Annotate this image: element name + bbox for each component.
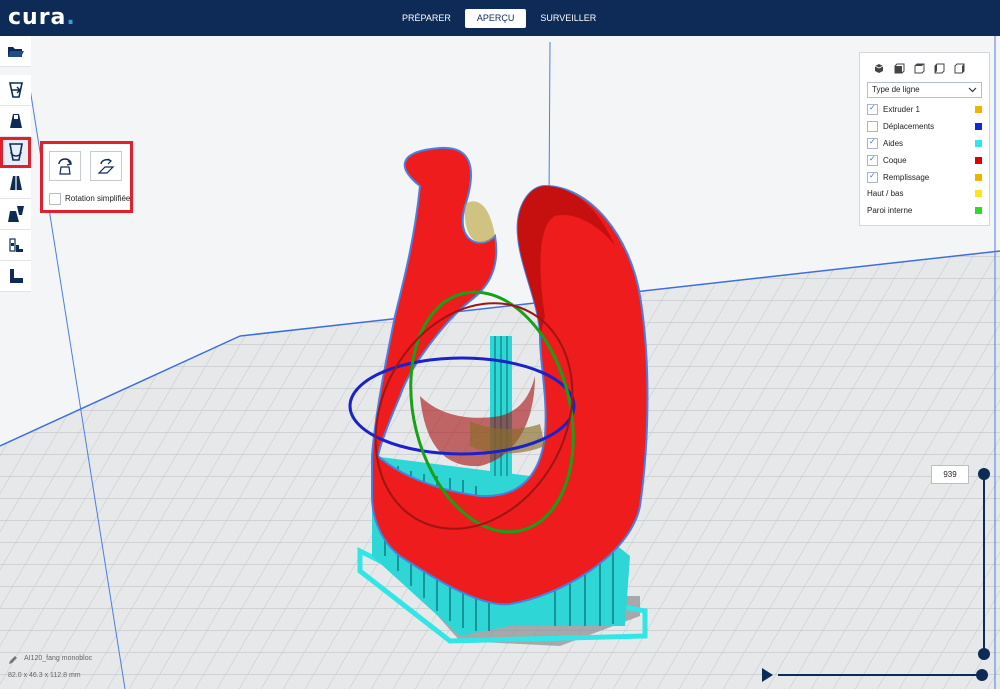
left-view-icon[interactable] — [929, 61, 949, 75]
shell-checkbox[interactable] — [867, 154, 878, 166]
object-dimensions: 82.0 x 46.3 x 112.8 mm — [8, 672, 81, 679]
snap-rotation-checkbox[interactable] — [49, 193, 61, 205]
camera-view-icons — [869, 61, 969, 75]
travels-checkbox[interactable] — [867, 121, 878, 132]
3d-view-icon[interactable] — [869, 61, 889, 75]
support-blocker-button[interactable] — [0, 230, 31, 261]
tab-prepare[interactable]: PRÉPARER — [390, 9, 463, 28]
layer-number-field[interactable]: 939 — [931, 465, 969, 484]
pencil-icon[interactable] — [8, 655, 18, 665]
open-file-button[interactable] — [0, 36, 31, 67]
layflat-button[interactable] — [0, 261, 31, 292]
3d-viewport[interactable] — [0, 36, 1000, 689]
move-icon — [8, 82, 23, 98]
right-view-icon[interactable] — [949, 61, 969, 75]
snap-rotation-label: Rotation simplifiée — [65, 194, 131, 203]
lay-flat-icon — [97, 158, 115, 174]
scale-icon — [9, 114, 22, 128]
infill-checkbox[interactable] — [867, 171, 878, 183]
legend-row-inner-wall: Paroi interne — [867, 204, 985, 218]
open-file-icon — [7, 47, 24, 57]
layer-slider-bottom-handle[interactable] — [978, 648, 990, 660]
tab-preview[interactable]: APERÇU — [464, 9, 527, 28]
rotate-icon — [8, 143, 23, 161]
reset-rotation-button[interactable] — [49, 151, 81, 181]
color-swatch — [975, 190, 982, 197]
legend-label: Coque — [883, 156, 907, 165]
rotate-tool-panel: Rotation simplifiée — [40, 141, 133, 213]
legend-label: Déplacements — [883, 122, 935, 131]
helpers-checkbox[interactable] — [867, 137, 878, 149]
layer-slider-top-handle[interactable] — [978, 468, 990, 480]
cura-logo: cura. — [8, 5, 76, 30]
tool-sidebar — [0, 36, 31, 292]
color-swatch — [975, 123, 982, 130]
path-slider-track[interactable] — [778, 674, 978, 676]
color-swatch — [975, 140, 982, 147]
color-swatch — [975, 106, 982, 113]
move-tool-button[interactable] — [0, 75, 31, 106]
color-swatch — [975, 157, 982, 164]
legend-row-shell: Coque — [867, 154, 985, 168]
legend-row-extruder: Extruder 1 — [867, 103, 985, 117]
layer-slider-track[interactable] — [983, 474, 985, 654]
legend-label: Haut / bas — [867, 189, 904, 198]
build-plate-scene — [0, 36, 1000, 689]
legend-row-infill: Remplissage — [867, 171, 985, 185]
line-type-value: Type de ligne — [872, 85, 920, 94]
color-swatch — [975, 174, 982, 181]
legend-row-helpers: Aides — [867, 137, 985, 151]
legend-label: Remplissage — [883, 173, 930, 182]
mirror-icon — [9, 175, 22, 191]
stage-tabs: PRÉPARER APERÇU SURVEILLER — [390, 9, 610, 28]
rotate-reset-icon — [58, 158, 73, 175]
mirror-tool-button[interactable] — [0, 168, 31, 199]
legend-label: Paroi interne — [867, 206, 913, 215]
layflat-icon — [9, 269, 23, 283]
tab-monitor[interactable]: SURVEILLER — [528, 9, 608, 28]
view-legend-panel: Type de ligne Extruder 1 Déplacements Ai… — [859, 52, 990, 226]
top-view-icon[interactable] — [909, 61, 929, 75]
legend-row-travels: Déplacements — [867, 120, 985, 134]
line-type-dropdown[interactable]: Type de ligne — [867, 82, 982, 98]
object-name: AI120_fang monobloc — [24, 655, 93, 662]
legend-row-top-bottom: Haut / bas — [867, 187, 985, 201]
chevron-down-icon — [968, 83, 977, 102]
legend-label: Aides — [883, 139, 904, 148]
extruder-checkbox[interactable] — [867, 103, 878, 115]
support-blocker-icon — [8, 238, 23, 252]
color-swatch — [975, 207, 982, 214]
per-model-settings-icon — [7, 206, 24, 222]
legend-label: Extruder 1 — [883, 105, 920, 114]
rotate-tool-button[interactable] — [0, 137, 31, 168]
path-slider-handle[interactable] — [976, 669, 988, 681]
front-view-icon[interactable] — [889, 61, 909, 75]
per-model-settings-button[interactable] — [0, 199, 31, 230]
play-simulation-button[interactable] — [762, 668, 773, 682]
scale-tool-button[interactable] — [0, 106, 31, 137]
header-bar: cura. PRÉPARER APERÇU SURVEILLER — [0, 0, 1000, 36]
lay-flat-button[interactable] — [90, 151, 122, 181]
